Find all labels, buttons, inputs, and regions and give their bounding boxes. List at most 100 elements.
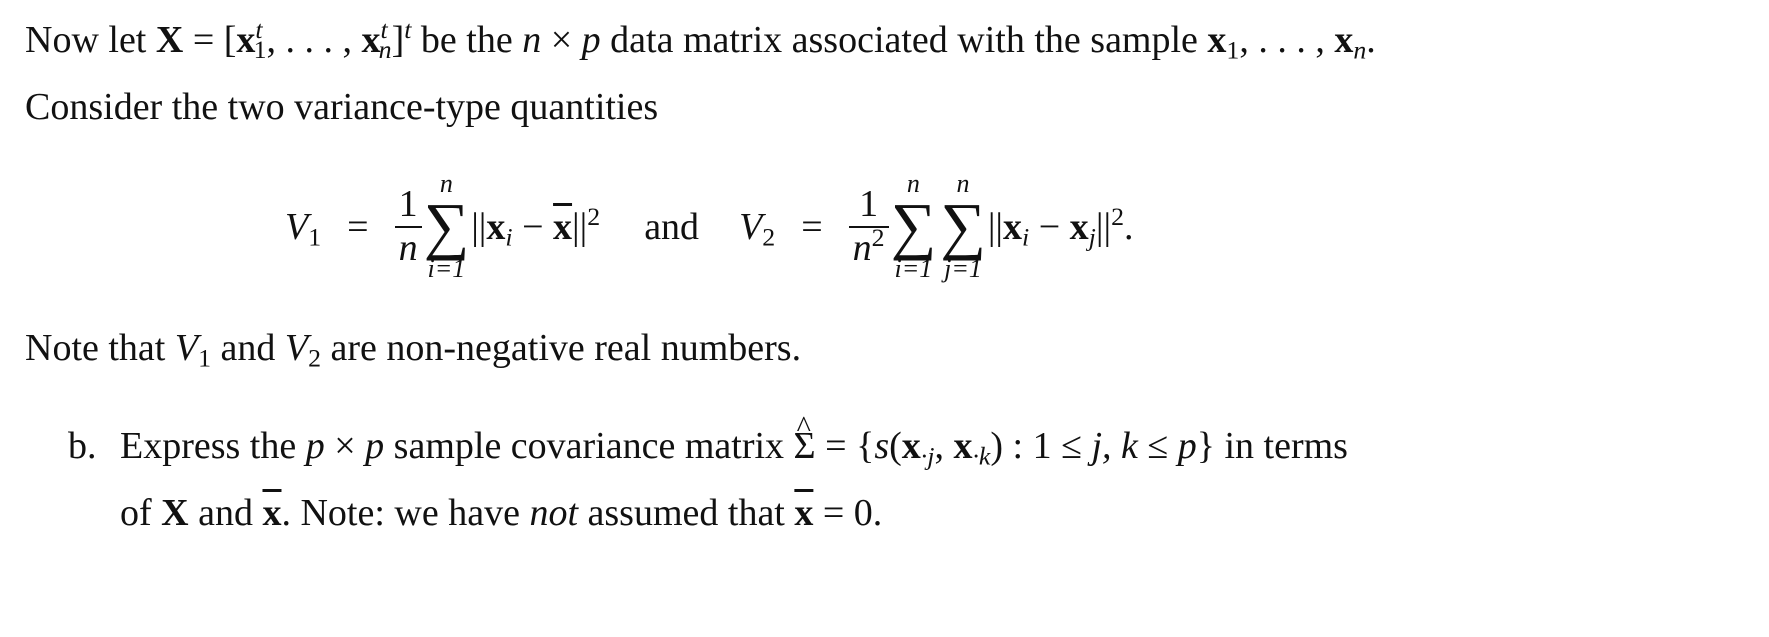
summation-i: n ∑ i=1 [890, 170, 937, 283]
vector-x: x [1003, 206, 1023, 248]
superscript: 2 [871, 222, 885, 252]
paragraph-intro: Now let X = [xt1, . . . , xtn]t be the n… [25, 16, 1376, 65]
numerator: 1 [848, 183, 889, 228]
minus: − [512, 206, 554, 248]
norm-bar: || [471, 206, 487, 248]
minus: − [1029, 206, 1070, 248]
list-label: b. [68, 425, 97, 467]
denominator: n2 [849, 224, 889, 270]
text: ≤ [1137, 425, 1178, 467]
norm-expression-2: ||xi − xj||2. [988, 201, 1134, 252]
text: = [ [183, 19, 237, 61]
sum-lower: j=1 [944, 253, 982, 283]
subscript: 2 [308, 343, 322, 373]
var-n: n [852, 227, 872, 269]
subscript: n [378, 35, 392, 65]
vector-x: x [361, 19, 381, 61]
vector-xbar: x [553, 206, 573, 248]
vector-x: x [1207, 19, 1227, 61]
paragraph-consider: Consider the two variance-type quantitie… [25, 85, 658, 129]
var-V: V [174, 327, 199, 369]
sigma-symbol: ∑ [423, 189, 470, 261]
text: of [120, 492, 162, 534]
var-p: p [305, 425, 325, 467]
paragraph-note: Note that V1 and V2 are non-negative rea… [25, 326, 802, 373]
text: ) [990, 425, 1004, 467]
text: . [1366, 19, 1376, 61]
sum-lower: i=1 [894, 253, 933, 283]
text: . Note: we have [281, 492, 530, 534]
summation-i: n ∑ i=1 [423, 170, 470, 283]
subscript: 1 [198, 343, 211, 373]
var-p: p [581, 19, 601, 61]
matrix-X: X [155, 19, 184, 61]
matrix-X: X [161, 492, 189, 534]
vector-x: x [1069, 206, 1089, 248]
vector-x: x [236, 19, 256, 61]
var-s: s [874, 425, 890, 467]
text: = { [815, 425, 875, 467]
text: } [1196, 425, 1215, 467]
subscript: j [1088, 222, 1096, 252]
norm-bar: || [572, 206, 588, 248]
var-V: V [285, 206, 309, 248]
fraction-1-over-n: 1 n [394, 183, 422, 270]
item-b-line1: Express the p × p sample covariance matr… [120, 410, 1348, 471]
vector-x: x [486, 206, 506, 248]
text: data matrix associated with the sample [600, 19, 1208, 61]
denominator: n [398, 227, 418, 269]
fraction-1-over-n2: 1 n2 [848, 183, 889, 270]
subscript: 1 [253, 35, 267, 65]
vector-x: x [1334, 19, 1354, 61]
superscript: 2 [1111, 201, 1124, 231]
subscript: n [1353, 35, 1367, 65]
text: are non-negative real numbers. [321, 327, 802, 369]
text: × [324, 425, 366, 467]
subscript: 1 [1226, 35, 1240, 65]
subscript: 2 [762, 222, 776, 252]
text: , . . . , [266, 19, 362, 61]
var-n: n [522, 19, 542, 61]
norm-expression-1: ||xi − x||2 [471, 203, 600, 252]
sigma-hat: Σ [794, 410, 816, 468]
var-jk: j, k [1091, 425, 1138, 467]
item-b-line2: of X and x. Note: we have not assumed th… [120, 491, 882, 535]
period: . [1123, 206, 1134, 248]
sigma-symbol: ∑ [890, 189, 937, 261]
text: be the [411, 19, 523, 61]
vector-xbar: x [262, 492, 282, 534]
text: Note that [25, 327, 175, 369]
text: , . . . , [1239, 19, 1335, 61]
sigma-symbol: ∑ [940, 189, 986, 261]
var-p: p [1177, 425, 1197, 467]
text: : 1 ≤ [1003, 425, 1092, 467]
var-p: p [365, 425, 385, 467]
text: Consider the two variance-type quantitie… [25, 86, 659, 128]
V2-label: V2 [739, 205, 776, 252]
subscript: i [505, 222, 513, 252]
text: Now let [25, 19, 156, 61]
emphasis-not: not [529, 492, 579, 534]
vector-x: x [953, 425, 973, 467]
text: and [211, 327, 285, 369]
text: ] [391, 19, 405, 61]
text: assumed that [578, 492, 795, 534]
text: Express the [120, 425, 306, 467]
text: and [188, 492, 263, 534]
text: ( [889, 425, 902, 467]
subscript: ·j [920, 441, 935, 471]
text: × [541, 19, 582, 61]
vector-xbar: x [794, 492, 814, 534]
text: sample covariance matrix [384, 425, 794, 467]
summation-j: n ∑ j=1 [940, 170, 986, 283]
sum-lower: i=1 [427, 253, 466, 283]
display-equation: V1 = 1 n n ∑ i=1 ||xi − x||2 and V2 = 1 … [285, 162, 1133, 292]
text: = 0. [813, 492, 883, 534]
var-V: V [739, 206, 763, 248]
text: , [934, 425, 954, 467]
var-V: V [284, 327, 309, 369]
numerator: 1 [394, 183, 422, 228]
norm-bar: || [1095, 206, 1112, 248]
equals-sign: = [801, 206, 823, 248]
text: in terms [1214, 425, 1348, 467]
